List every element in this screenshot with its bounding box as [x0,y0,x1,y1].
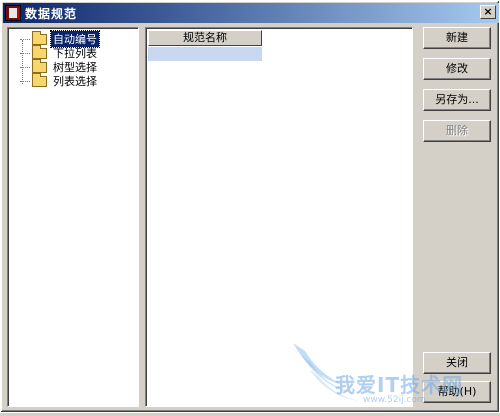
folder-icon [32,30,47,45]
delete-button[interactable]: 删除 [423,120,491,142]
save-as-button[interactable]: 另存为... [423,89,491,111]
tree-item-label: 列表选择 [53,75,97,88]
tree-item-tree-select[interactable]: 树型选择 [12,58,99,74]
folder-icon [32,72,47,87]
folder-icon [32,58,47,73]
tree-branch-line [20,66,30,68]
category-tree[interactable]: 自动编号 下拉列表 树型选择 列表选择 [7,27,139,407]
tree-item-auto-number[interactable]: 自动编号 [12,30,100,48]
tree-branch-line [20,38,30,40]
close-button[interactable]: 关闭 [423,352,491,374]
tree-branch-line [20,52,30,54]
app-icon [5,5,21,21]
close-window-button[interactable]: × [480,5,496,19]
folder-icon [32,44,47,59]
list-row-selected[interactable] [148,47,262,61]
tree-item-list-select[interactable]: 列表选择 [12,72,99,88]
help-button[interactable]: 帮助(H) [423,381,491,403]
spec-list[interactable]: 规范名称 [145,27,413,407]
new-button[interactable]: 新建 [423,27,491,49]
column-header-spec-name[interactable]: 规范名称 [148,30,262,46]
edit-button[interactable]: 修改 [423,58,491,80]
window-title: 数据规范 [25,6,78,21]
tree-branch-line [20,80,30,82]
data-spec-dialog: 数据规范 × 自动编号 下拉列表 树型选择 列表选择 规范名称 新建 修改 另存… [0,0,500,413]
title-bar[interactable]: 数据规范 × [3,3,499,23]
tree-item-dropdown-list[interactable]: 下拉列表 [12,44,99,60]
